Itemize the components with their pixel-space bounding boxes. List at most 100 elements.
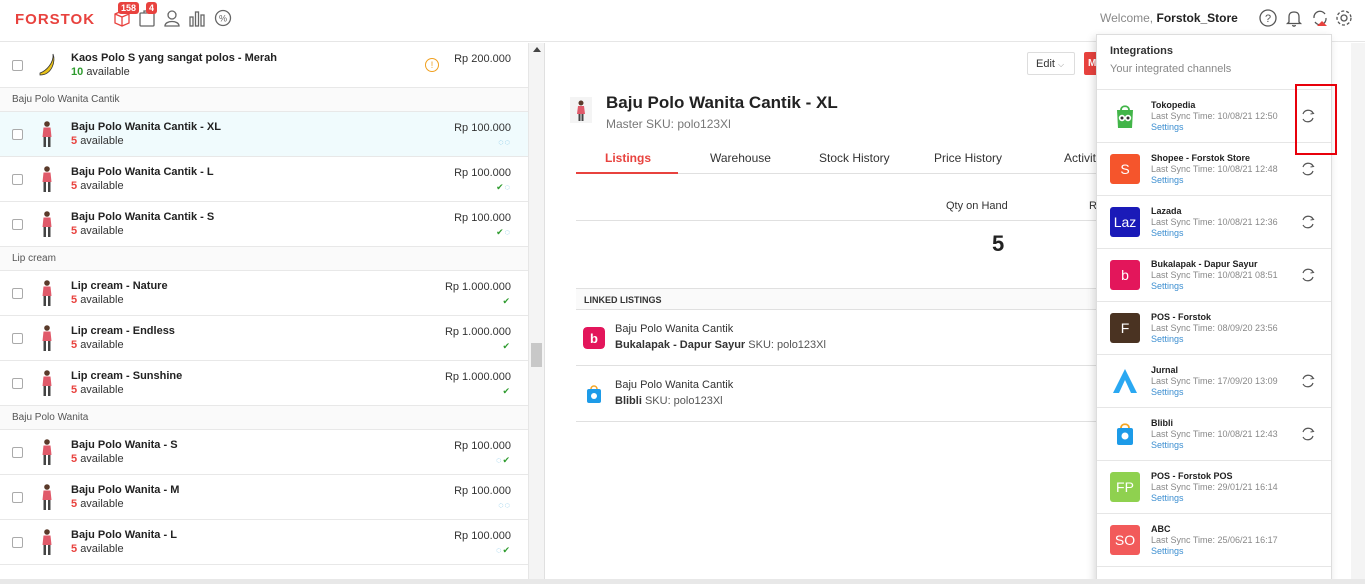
row-checkbox[interactable] (12, 447, 23, 458)
packages-icon[interactable]: 4 (137, 2, 158, 28)
sync-refresh-icon[interactable] (1300, 426, 1316, 442)
product-row[interactable]: Baju Polo Wanita Cantik - L 5 available Rp… (0, 157, 528, 202)
product-name: Baju Polo Wanita Cantik - S (71, 211, 215, 223)
row-checkbox[interactable] (12, 333, 23, 344)
product-row[interactable]: Baju Polo Wanita Cantik - XL 5 available R… (0, 112, 528, 157)
product-row[interactable]: Baju Polo Wanita - S 5 available Rp 100.00… (0, 430, 528, 475)
page-scrollbar[interactable] (1351, 43, 1365, 584)
row-checkbox[interactable] (12, 219, 23, 230)
row-checkbox[interactable] (12, 378, 23, 389)
product-thumbnail (42, 280, 52, 306)
settings-gear-icon[interactable] (1334, 8, 1354, 28)
channel-row[interactable]: Laz Lazada Last Sync Time: 10/08/21 12:36 S… (1097, 196, 1331, 249)
channel-settings-link[interactable]: Settings (1151, 122, 1184, 132)
row-checkbox[interactable] (12, 537, 23, 548)
product-row[interactable]: Lip cream - Sunshine 5 available Rp 1.000.… (0, 361, 528, 406)
linked-listing-row[interactable]: b Baju Polo Wanita Cantik Bukalapak - Da… (576, 311, 1096, 366)
channel-settings-link[interactable]: Settings (1151, 493, 1184, 503)
tab-listings[interactable]: Listings (605, 151, 651, 165)
sync-refresh-icon[interactable] (1300, 214, 1316, 230)
qty-on-hand-label: Qty on Hand (946, 200, 1008, 212)
warning-icon[interactable]: ! (425, 58, 439, 72)
product-availability: 5 available (71, 225, 124, 237)
product-detail: Edit ⌵ M Baju Polo Wanita Cantik - XL Ma… (546, 43, 1104, 584)
scroll-thumb[interactable] (531, 343, 542, 367)
product-availability: 5 available (71, 339, 124, 351)
channel-settings-link[interactable]: Settings (1151, 281, 1184, 291)
product-price: Rp 1.000.000 (444, 371, 511, 383)
help-icon[interactable]: ? (1258, 8, 1278, 28)
svg-text:%: % (219, 14, 227, 24)
product-row[interactable]: Lip cream - Endless 5 available Rp 1.000.0… (0, 316, 528, 361)
orders-icon[interactable]: 158 (112, 2, 140, 28)
abc-logo-icon: SO (1110, 525, 1140, 555)
product-row[interactable]: Baju Polo Wanita Cantik - S 5 available Rp… (0, 202, 528, 247)
store-name[interactable]: Forstok_Store (1156, 11, 1237, 25)
divider (576, 220, 1096, 221)
channel-settings-link[interactable]: Settings (1151, 387, 1184, 397)
channel-last-sync: Last Sync Time: 10/08/21 12:48 (1151, 164, 1278, 174)
product-row[interactable]: Baju Polo Wanita - L 5 available Rp 100.00… (0, 520, 528, 565)
channel-name: Bukalapak - Dapur Sayur (1151, 259, 1258, 269)
product-row-kaos-polo[interactable]: Kaos Polo S yang sangat polos - Merah 10… (0, 43, 528, 88)
row-checkbox[interactable] (12, 288, 23, 299)
reports-icon[interactable] (187, 8, 207, 28)
product-thumbnail (42, 529, 52, 555)
channel-last-sync: Last Sync Time: 10/08/21 08:51 (1151, 270, 1278, 280)
channel-row[interactable]: b Bukalapak - Dapur Sayur Last Sync Time: … (1097, 249, 1331, 302)
tab-activity[interactable]: Activit (1064, 151, 1096, 165)
product-list: Kaos Polo S yang sangat polos - Merah 10… (0, 43, 529, 584)
promotion-icon[interactable]: % (213, 8, 233, 28)
channel-row[interactable]: SO ABC Last Sync Time: 25/06/21 16:17 Setti… (1097, 514, 1331, 567)
list-scrollbar[interactable] (529, 43, 545, 584)
bukalapak-dapur-sayur-logo-icon: b (1110, 260, 1140, 290)
product-name: Lip cream - Endless (71, 325, 175, 337)
product-availability: 5 available (71, 180, 124, 192)
sync-status-icon: ✔◌ (496, 227, 511, 237)
pos-forstok-logo-icon: F (1110, 313, 1140, 343)
sync-refresh-icon[interactable] (1300, 267, 1316, 283)
channel-settings-link[interactable]: Settings (1151, 440, 1184, 450)
channel-settings-link[interactable]: Settings (1151, 175, 1184, 185)
product-title: Baju Polo Wanita Cantik - XL (606, 93, 838, 112)
tab-price-history[interactable]: Price History (934, 151, 1002, 165)
product-name: Baju Polo Wanita Cantik - XL (71, 121, 221, 133)
integrations-sync-icon[interactable] (1310, 8, 1330, 28)
notification-bell-icon[interactable] (1284, 8, 1304, 28)
product-availability: 5 available (71, 453, 124, 465)
product-price: Rp 100.000 (454, 440, 511, 452)
product-row[interactable]: Lip cream - Nature 5 available Rp 1.000.00… (0, 271, 528, 316)
channel-last-sync: Last Sync Time: 10/08/21 12:43 (1151, 429, 1278, 439)
product-row[interactable]: Baju Polo Wanita - M 5 available Rp 100.00… (0, 475, 528, 520)
scroll-up-arrow-icon[interactable] (533, 47, 541, 52)
channel-name: Shopee - Forstok Store (1151, 153, 1251, 163)
channel-name: POS - Forstok POS (1151, 471, 1233, 481)
forstok-logo[interactable]: FORSTOK (15, 11, 95, 28)
customers-icon[interactable] (162, 8, 182, 28)
sync-status-icon: ✔ (502, 341, 511, 351)
channel-name: Tokopedia (1151, 100, 1196, 110)
channel-settings-link[interactable]: Settings (1151, 546, 1184, 556)
row-checkbox[interactable] (12, 174, 23, 185)
channel-settings-link[interactable]: Settings (1151, 228, 1184, 238)
tab-warehouse[interactable]: Warehouse (710, 151, 771, 165)
tab-stock-history[interactable]: Stock History (819, 151, 890, 165)
detail-tabs: Listings Warehouse Stock History Price H… (576, 150, 1096, 174)
row-checkbox[interactable] (12, 60, 23, 71)
sync-refresh-icon[interactable] (1300, 161, 1316, 177)
edit-button[interactable]: Edit ⌵ (1027, 52, 1075, 75)
product-price: Rp 100.000 (454, 212, 511, 224)
row-checkbox[interactable] (12, 492, 23, 503)
channel-name: ABC (1151, 524, 1171, 534)
sync-refresh-icon[interactable] (1300, 373, 1316, 389)
channel-last-sync: Last Sync Time: 10/08/21 12:50 (1151, 111, 1278, 121)
channel-row[interactable]: Blibli Last Sync Time: 10/08/21 12:43 Sett… (1097, 408, 1331, 461)
product-availability: 5 available (71, 498, 124, 510)
channel-settings-link[interactable]: Settings (1151, 334, 1184, 344)
linked-listing-row[interactable]: Baju Polo Wanita Cantik Blibli SKU: polo… (576, 367, 1096, 422)
row-checkbox[interactable] (12, 129, 23, 140)
channel-row[interactable]: F POS - Forstok Last Sync Time: 08/09/20 2… (1097, 302, 1331, 355)
channel-row[interactable]: FP POS - Forstok POS Last Sync Time: 29/01… (1097, 461, 1331, 514)
channel-row[interactable]: Jurnal Last Sync Time: 17/09/20 13:09 Sett… (1097, 355, 1331, 408)
sync-status-icon: ◌✔ (496, 455, 511, 465)
